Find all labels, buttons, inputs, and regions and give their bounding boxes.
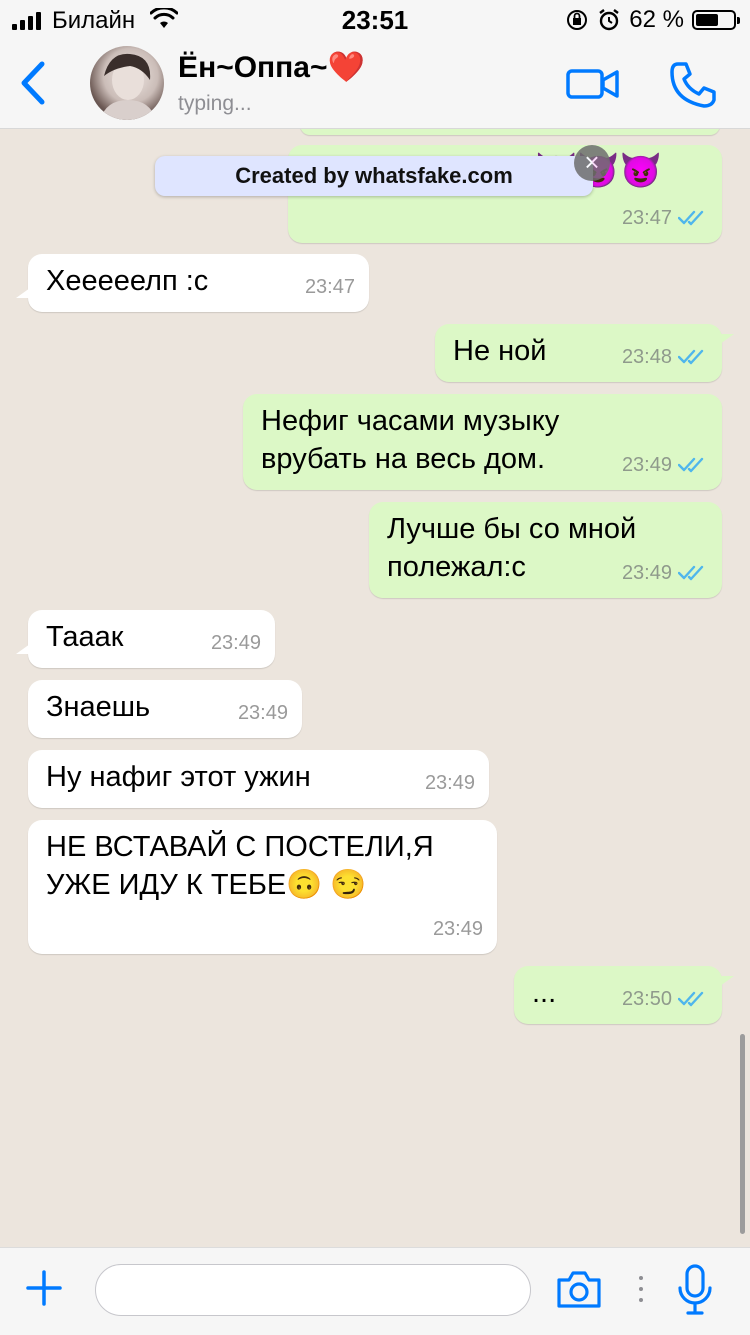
- battery-percent: 62 %: [629, 6, 684, 33]
- message-time: 23:49: [432, 918, 483, 940]
- message-text: Ну нафиг этот ужин: [46, 761, 311, 793]
- message-text: Не ной: [453, 335, 547, 367]
- read-ticks-icon: [678, 457, 704, 473]
- message-text: Нефиг часами музыку врубать на весь дом.: [261, 405, 560, 475]
- message-bubble-outgoing-top-edge: [300, 129, 720, 135]
- orientation-lock-icon: [567, 10, 588, 30]
- alarm-icon: [599, 9, 620, 31]
- read-ticks-icon: [678, 210, 704, 226]
- message-time: 23:47: [304, 276, 355, 298]
- message-time: 23:48: [621, 346, 672, 368]
- message-bubble-incoming[interactable]: Хееееелп :с 23:47: [16, 254, 369, 312]
- watermark-banner[interactable]: Created by whatsfake.com: [155, 156, 593, 196]
- message-time: 23:49: [621, 562, 672, 584]
- message-time: 23:47: [621, 207, 672, 229]
- message-text: Знаешь: [46, 691, 151, 723]
- more-dots-icon[interactable]: [638, 1274, 644, 1304]
- microphone-icon[interactable]: [676, 1264, 714, 1316]
- message-time: 23:49: [621, 454, 672, 476]
- message-bubble-incoming[interactable]: Знаешь 23:49: [28, 680, 302, 738]
- message-time: 23:50: [621, 988, 672, 1010]
- message-text: НЕ ВСТАВАЙ С ПОСТЕЛИ,Я УЖЕ ИДУ К ТЕБЕ🙃 😏: [46, 831, 434, 901]
- scrollbar[interactable]: [740, 1034, 745, 1234]
- input-bar: [0, 1247, 750, 1335]
- message-bubble-incoming[interactable]: НЕ ВСТАВАЙ С ПОСТЕЛИ,Я УЖЕ ИДУ К ТЕБЕ🙃 😏…: [28, 820, 497, 954]
- chat-header: Ён~Оппа~❤️ typing...: [0, 40, 750, 129]
- message-text: Тааак: [46, 621, 124, 653]
- message-bubble-outgoing[interactable]: Не ной 23:48: [435, 324, 734, 382]
- message-bubble-incoming[interactable]: Ну нафиг этот ужин 23:49: [28, 750, 489, 808]
- plus-icon[interactable]: [26, 1270, 62, 1306]
- message-bubble-outgoing[interactable]: ... 23:50: [514, 966, 734, 1024]
- contact-name[interactable]: Ён~Оппа~❤️: [178, 50, 365, 85]
- message-time: 23:49: [237, 702, 288, 724]
- close-icon[interactable]: ×: [574, 145, 610, 181]
- camera-icon[interactable]: [555, 1268, 603, 1310]
- read-ticks-icon: [678, 991, 704, 1007]
- contact-status: typing...: [178, 92, 252, 115]
- message-time: 23:49: [210, 632, 261, 654]
- avatar[interactable]: [90, 46, 164, 120]
- message-text: Хееееелп :с: [46, 265, 209, 297]
- read-ticks-icon: [678, 565, 704, 581]
- message-input[interactable]: [95, 1264, 531, 1316]
- message-text: Лучше бы со мной полежал:с: [387, 513, 637, 583]
- message-text: ...: [532, 977, 557, 1009]
- status-bar: Билайн 23:51 62 %: [0, 0, 750, 40]
- message-bubble-outgoing[interactable]: Лучше бы со мной полежал:с 23:49: [369, 502, 722, 598]
- message-bubble-outgoing[interactable]: Нефиг часами музыку врубать на весь дом.…: [243, 394, 722, 490]
- chevron-left-icon[interactable]: [14, 58, 54, 108]
- phone-icon[interactable]: [668, 60, 718, 110]
- message-bubble-incoming[interactable]: Тааак 23:49: [16, 610, 275, 668]
- video-camera-icon[interactable]: [566, 66, 620, 102]
- message-time: 23:49: [424, 772, 475, 794]
- read-ticks-icon: [678, 349, 704, 365]
- battery-icon: [692, 10, 740, 30]
- chat-area[interactable]: 23:47 😈😈😈 Created by whatsfake.com × Хее…: [0, 129, 750, 1247]
